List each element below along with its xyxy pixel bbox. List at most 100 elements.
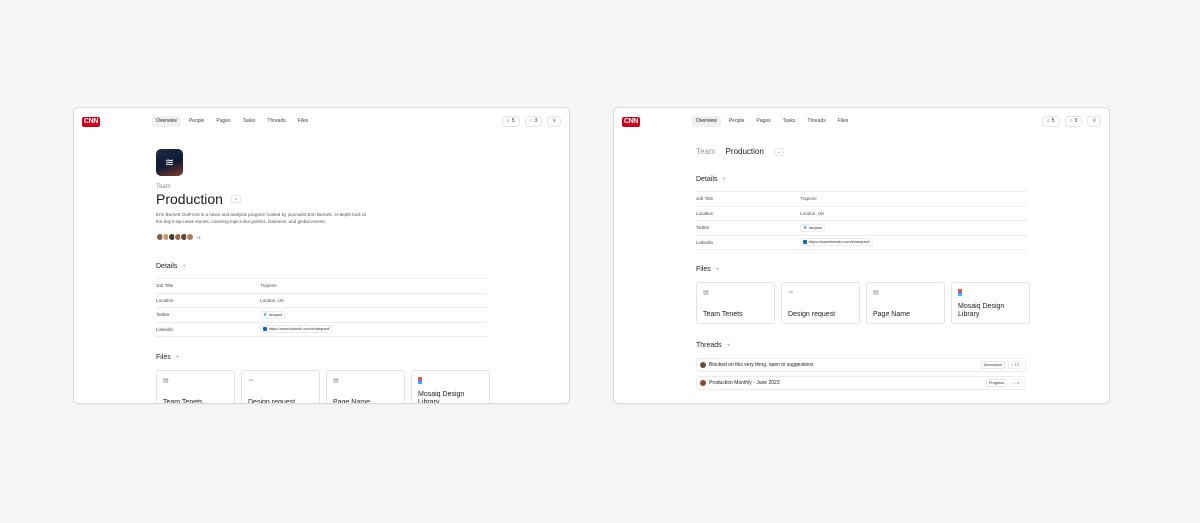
detail-value[interactable]: Trapeze (800, 196, 817, 201)
add-file-icon[interactable]: + (176, 355, 180, 361)
file-card[interactable]: ⊸ Design request (781, 282, 860, 324)
file-title: Team Tenets (163, 399, 203, 404)
pin-button[interactable]: ⚲ (547, 116, 561, 127)
avatar (700, 380, 706, 386)
threads-heading: Threads + (696, 342, 730, 349)
file-title: Design request (248, 399, 296, 404)
file-title: Page Name (333, 399, 370, 404)
details-title: Details (696, 176, 718, 183)
top-nav: Overview People Pages Tasks Threads File… (152, 116, 312, 127)
detail-key: Job Title (696, 196, 714, 202)
team-avatar: ≋ (156, 149, 183, 176)
linkedin-chip[interactable]: https://www.linkedin.com/in/tarqrauf/ (260, 325, 333, 334)
reply-count: ○ 12 (1008, 361, 1022, 369)
search-count-button[interactable]: ⌕ 5 (501, 116, 520, 127)
notifications-button[interactable]: ○ 3 (524, 116, 543, 127)
threads-title: Threads (696, 342, 722, 349)
file-card[interactable]: ▤ Team Tenets (696, 282, 775, 324)
details-heading: Details + (156, 263, 186, 270)
tab-tasks[interactable]: Tasks (779, 116, 800, 127)
tab-threads[interactable]: Threads (803, 116, 829, 127)
page-icon: ▤ (333, 378, 339, 384)
files-heading: Files + (156, 354, 179, 361)
twitter-handle: tarqrauf (269, 312, 283, 317)
file-card[interactable]: ⊸ Design request (241, 370, 320, 404)
thread-row[interactable]: Production Monthly - June 2023 Progress … (696, 376, 1026, 390)
file-card[interactable]: ▤ Team Tenets (156, 370, 235, 404)
table-row: Twitter ❦ tarqrauf (696, 221, 1027, 236)
details-table: Job Title Trapeze Location London, UK Tw… (696, 191, 1027, 250)
chevron-down-icon[interactable]: ⌄ (230, 195, 242, 203)
team-description: Erin Burnett OutFront is a news and anal… (156, 212, 366, 224)
linkedin-chip[interactable]: https://www.linkedin.com/in/tarqrauf/ (800, 238, 873, 247)
chevron-down-icon[interactable]: ⌄ (773, 147, 785, 156)
add-file-icon[interactable]: + (716, 267, 720, 273)
files-grid: ▤ Team Tenets ⊸ Design request ▤ Page Na… (696, 282, 1030, 324)
file-card[interactable]: Mosaiq Design Library (411, 370, 490, 403)
tab-files[interactable]: Files (834, 116, 853, 127)
thread-title: Production Monthly - June 2023 (709, 380, 780, 386)
file-card[interactable]: ▤ Page Name (326, 370, 405, 404)
thread-tag: Discussion (980, 361, 1005, 369)
details-heading: Details + (696, 176, 726, 183)
breadcrumb-team[interactable]: Team (696, 147, 716, 156)
tab-tasks[interactable]: Tasks (239, 116, 260, 127)
file-card[interactable]: ▤ Page Name (866, 282, 945, 324)
table-row: Twitter ❦ tarqrauf (156, 308, 487, 323)
file-title: Design request (788, 311, 836, 318)
table-row: Location London, UK (156, 294, 487, 308)
tab-pages[interactable]: Pages (752, 116, 774, 127)
detail-value[interactable]: London, UK (260, 298, 284, 303)
thread-row[interactable]: Blocked on this very thing, open to sugg… (696, 358, 1026, 372)
search-count: 5 (1051, 118, 1055, 124)
tab-overview[interactable]: Overview (152, 116, 181, 127)
tab-people[interactable]: People (185, 116, 209, 127)
twitter-chip[interactable]: ❦ tarqrauf (800, 223, 826, 232)
detail-key: Twitter (156, 312, 170, 318)
detail-key: Location (696, 210, 714, 216)
breadcrumb: Team Production ⌄ (696, 147, 785, 156)
add-detail-icon[interactable]: + (182, 264, 186, 270)
twitter-handle: tarqrauf (809, 225, 823, 230)
breadcrumb-current: Production (725, 147, 764, 156)
team-eyebrow: Team (156, 184, 171, 190)
tab-people[interactable]: People (725, 116, 749, 127)
details-title: Details (156, 263, 178, 270)
tab-pages[interactable]: Pages (212, 116, 234, 127)
threads-list: Blocked on this very thing, open to sugg… (696, 358, 1026, 390)
add-thread-icon[interactable]: + (727, 343, 731, 349)
header-controls: ⌕ 5 ○ 3 ⚲ (1041, 116, 1101, 127)
detail-value[interactable]: Trapeze (260, 283, 277, 288)
search-count-button[interactable]: ⌕ 5 (1041, 116, 1060, 127)
bell-icon: ○ (1069, 118, 1073, 124)
detail-key: Location (156, 297, 174, 303)
form-icon: ⊸ (248, 378, 254, 384)
notifications-count: 3 (1074, 118, 1078, 124)
stack-icon: ≋ (164, 157, 175, 169)
detail-value[interactable]: London, UK (800, 211, 824, 216)
notifications-button[interactable]: ○ 3 (1064, 116, 1083, 127)
twitter-chip[interactable]: ❦ tarqrauf (260, 310, 286, 319)
member-avatars[interactable]: +4 (156, 233, 201, 241)
pin-icon: ⚲ (552, 118, 556, 124)
page-icon: ▤ (163, 378, 169, 384)
files-title: Files (696, 266, 711, 273)
add-detail-icon[interactable]: + (722, 177, 726, 183)
search-icon: ⌕ (506, 118, 510, 124)
tab-files[interactable]: Files (294, 116, 313, 127)
avatar (700, 362, 706, 368)
top-nav: Overview People Pages Tasks Threads File… (692, 116, 852, 127)
tab-overview[interactable]: Overview (692, 116, 721, 127)
table-row: Linkedin https://www.linkedin.com/in/tar… (696, 236, 1027, 250)
linkedin-url: https://www.linkedin.com/in/tarqrauf/ (269, 327, 330, 332)
tab-threads[interactable]: Threads (263, 116, 289, 127)
pin-button[interactable]: ⚲ (1087, 116, 1101, 127)
twitter-icon: ❦ (263, 311, 268, 318)
details-table: Job Title Trapeze Location London, UK Tw… (156, 278, 487, 337)
page-title-row: Production ⌄ (156, 191, 242, 207)
cnn-logo[interactable]: CNN (622, 117, 640, 127)
file-card[interactable]: Mosaiq Design Library (951, 282, 1030, 324)
bell-icon: ○ (529, 118, 533, 124)
cnn-logo[interactable]: CNN (82, 117, 100, 127)
table-row: Location London, UK (696, 207, 1027, 221)
